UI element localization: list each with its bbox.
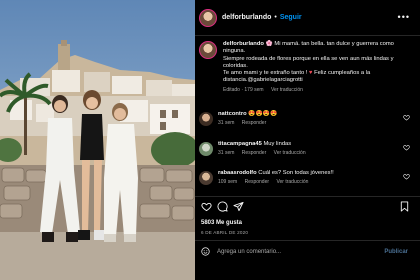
- caption-username[interactable]: delforburlando: [223, 41, 264, 47]
- comment-text: Cuál es? Son todas jóvenes!!: [258, 170, 334, 176]
- likes-count[interactable]: 5803 Me gusta: [201, 220, 242, 226]
- post-date: 6 DE ABRIL DE 2020: [201, 230, 249, 235]
- caption-text-2: Siempre rodeada de flores porque en ella…: [223, 55, 394, 69]
- comment-time: 31 sem: [218, 150, 235, 157]
- post-details-panel: delforburlando • Seguir ••• delforburlan…: [195, 0, 420, 280]
- view-translation-link[interactable]: Ver traducción: [271, 87, 303, 93]
- post-caption: delforburlando 🌸 Mi mamá. tan bella. tan…: [199, 41, 414, 94]
- reply-link[interactable]: Responder: [242, 120, 266, 126]
- comment-meta: 31 sem Responder Ver traducción: [218, 150, 394, 157]
- comment-item: titacampagna45 Muy lindas 31 sem Respond…: [199, 141, 414, 158]
- like-comment-heart-icon[interactable]: [403, 144, 410, 151]
- view-translation-link[interactable]: Ver traducción: [274, 150, 306, 156]
- avatar[interactable]: [199, 8, 217, 27]
- reply-link[interactable]: Responder: [245, 179, 269, 185]
- comment-time: 109 sem: [218, 179, 238, 186]
- avatar[interactable]: [199, 171, 213, 185]
- photo-image: [0, 0, 195, 280]
- comment-username[interactable]: titacampagna45: [218, 141, 262, 147]
- comment-username[interactable]: nattcontro: [218, 111, 247, 117]
- comment-text: 😍😍😍😍: [248, 111, 278, 117]
- add-comment-bar: Agrega un comentario... Publicar: [195, 240, 420, 262]
- comment-username[interactable]: rabaasrodolfo: [218, 170, 257, 176]
- post-actions: [195, 196, 420, 214]
- emoji-icon[interactable]: [201, 247, 210, 256]
- view-translation-link[interactable]: Ver traducción: [276, 179, 308, 185]
- caption-meta: Editado · 179 sem Ver traducción: [223, 87, 414, 94]
- edited-label: Editado · 179 sem: [223, 86, 264, 93]
- post-photo[interactable]: [0, 0, 195, 280]
- caption-body: delforburlando 🌸 Mi mamá. tan bella. tan…: [223, 41, 414, 94]
- comment-meta: 109 sem Responder Ver traducción: [218, 179, 394, 186]
- separator-dot: •: [274, 14, 277, 21]
- red-heart-emoji-icon: ♥: [309, 70, 313, 77]
- comment-body: titacampagna45 Muy lindas 31 sem Respond…: [218, 141, 394, 158]
- comment-meta: 31 sem Responder: [218, 120, 394, 127]
- comment-item: nattcontro 😍😍😍😍 31 sem Responder: [199, 111, 414, 128]
- comment-input[interactable]: Agrega un comentario...: [217, 249, 377, 255]
- publish-button[interactable]: Publicar: [384, 249, 408, 255]
- author-username[interactable]: delforburlando: [222, 14, 271, 21]
- comment-item: rabaasrodolfo Cuál es? Son todas jóvenes…: [199, 170, 414, 187]
- reply-link[interactable]: Responder: [242, 150, 266, 156]
- avatar[interactable]: [199, 112, 213, 126]
- share-send-icon[interactable]: [233, 201, 244, 212]
- follow-button[interactable]: Seguir: [280, 14, 302, 21]
- like-heart-icon[interactable]: [201, 201, 212, 212]
- bookmark-icon[interactable]: [399, 201, 410, 212]
- comment-text: Muy lindas: [263, 141, 292, 147]
- comment-time: 31 sem: [218, 120, 235, 127]
- comment-body: rabaasrodolfo Cuál es? Son todas jóvenes…: [218, 170, 394, 187]
- more-icon[interactable]: •••: [398, 12, 410, 22]
- avatar[interactable]: [199, 41, 217, 59]
- flower-emoji-icon: 🌸: [265, 41, 273, 47]
- avatar[interactable]: [199, 142, 213, 156]
- comment-body: nattcontro 😍😍😍😍 31 sem Responder: [218, 111, 394, 128]
- post-header: delforburlando • Seguir •••: [195, 0, 420, 36]
- like-comment-heart-icon[interactable]: [403, 114, 410, 121]
- like-comment-heart-icon[interactable]: [403, 173, 410, 180]
- comment-bubble-icon[interactable]: [217, 201, 228, 212]
- caption-text-3: Te amo mami y te extraño tanto !: [223, 70, 308, 77]
